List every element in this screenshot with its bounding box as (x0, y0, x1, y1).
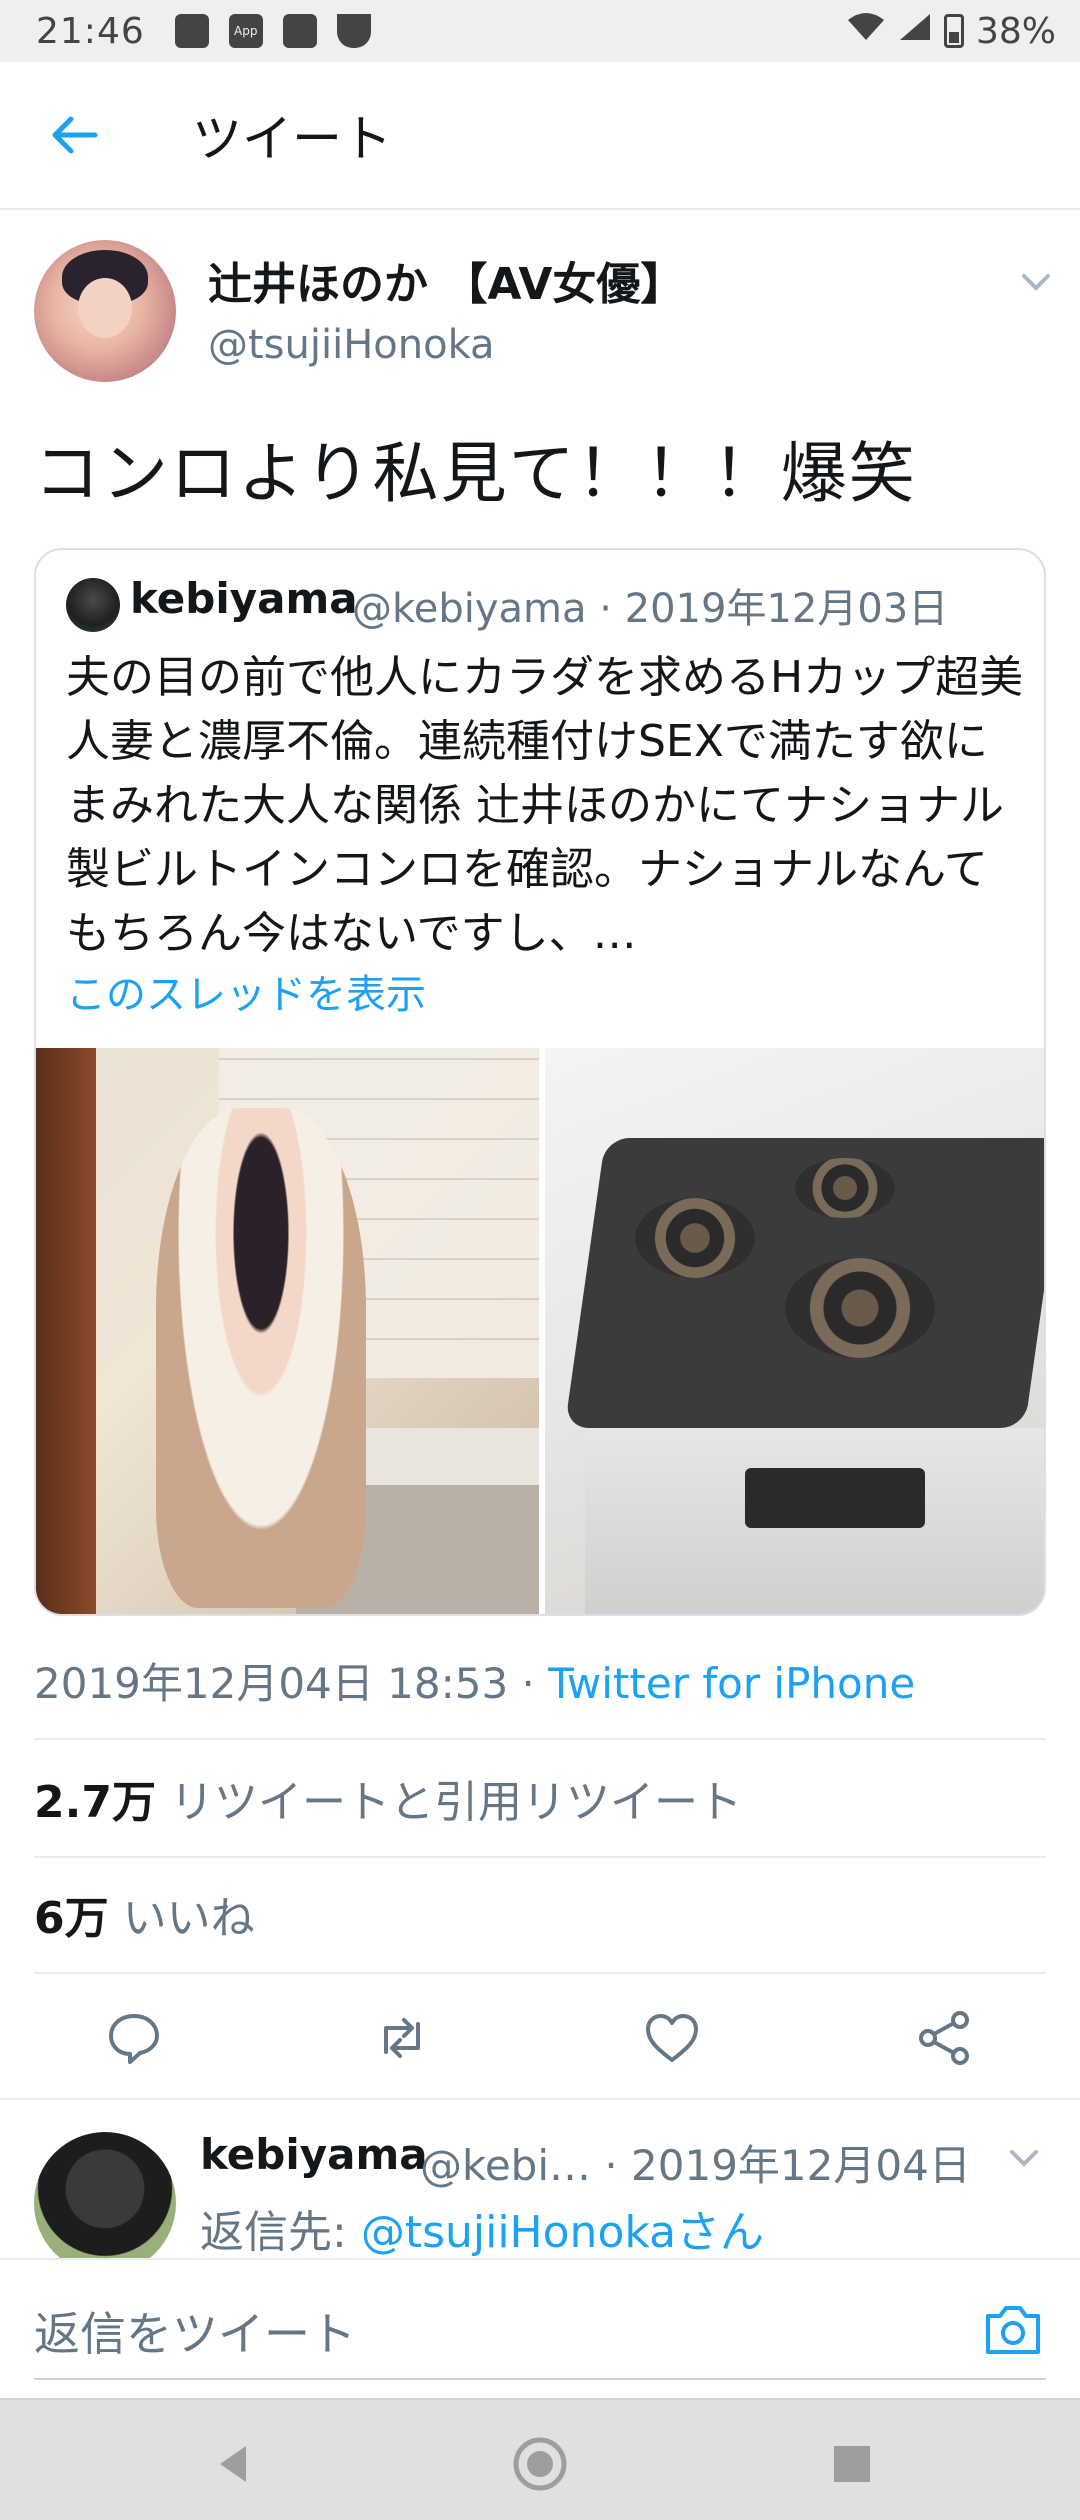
back-button[interactable] (34, 95, 114, 175)
status-bar: 21:46 App 38% (0, 0, 1080, 62)
tweet-timestamp: 2019年12月04日 18:53 · Twitter for iPhone (34, 1650, 915, 1711)
author-avatar[interactable] (34, 240, 176, 382)
author-name[interactable]: 辻井ほのか 【AV女優】 (208, 248, 684, 312)
quoted-tweet-card[interactable]: kebiyama @kebiyama · 2019年12月03日 夫の目の前で他… (34, 548, 1046, 1616)
divider (0, 2098, 1080, 2100)
notification-icons: App (174, 14, 371, 48)
quoted-meta: @kebiyama · 2019年12月03日 (352, 586, 949, 632)
divider (34, 1856, 1046, 1858)
reply-compose-bar: 返信をツイート (0, 2258, 1080, 2398)
retweets-stat[interactable]: 2.7万 リツイートと引用リツイート (34, 1766, 742, 1830)
retweet-icon[interactable] (372, 2008, 432, 2068)
likes-stat[interactable]: 6万 いいね (34, 1882, 255, 1946)
likes-count: 6万 (34, 1893, 109, 1944)
back-arrow-icon (52, 116, 98, 154)
quoted-media-image-2[interactable] (545, 1048, 1044, 1614)
reply-author-avatar[interactable] (34, 2132, 176, 2274)
like-heart-icon[interactable] (642, 2008, 702, 2068)
chevron-down-icon[interactable] (1004, 2138, 1044, 2178)
nav-back-icon[interactable] (206, 2436, 262, 2492)
signal-icon (898, 12, 932, 50)
tweet-action-bar (0, 2000, 1080, 2078)
retweets-label: リツイートと引用リツイート (169, 1777, 742, 1828)
battery-icon (943, 14, 964, 48)
reply-to-line: 返信先: @tsujiiHonokaさん (200, 2196, 764, 2260)
camera-icon[interactable] (982, 2300, 1044, 2358)
reply-to-mention[interactable]: @tsujiiHonokaさん (361, 2207, 764, 2258)
battery-percent: 38% (975, 10, 1056, 52)
source-link[interactable]: Twitter for iPhone (548, 1659, 915, 1708)
share-icon[interactable] (914, 2008, 974, 2068)
system-icons: 38% (846, 11, 1056, 52)
vibrate-icon (282, 14, 317, 48)
quoted-author-avatar (66, 578, 120, 632)
reply-icon[interactable] (104, 2008, 164, 2068)
divider (34, 1972, 1046, 1974)
quoted-tweet-text: 夫の目の前で他人にカラダを求めるHカップ超美人妻と濃厚不倫。連続種付けSEXで満… (66, 652, 1024, 959)
divider (34, 1738, 1046, 1740)
quoted-media-image-1[interactable] (36, 1048, 539, 1614)
image-icon (174, 14, 209, 48)
likes-label: いいね (122, 1893, 255, 1944)
show-thread-link[interactable]: このスレッドを表示 (66, 962, 426, 1020)
tweet-text: コンロより私見て！！！爆笑 (34, 435, 917, 512)
reply-input[interactable]: 返信をツイート (34, 2298, 356, 2364)
input-underline (34, 2378, 1046, 2380)
nav-home-icon[interactable] (512, 2436, 568, 2492)
wifi-icon (846, 12, 886, 50)
chevron-down-icon[interactable] (1016, 262, 1056, 302)
system-navigation-bar (0, 2398, 1080, 2520)
author-handle[interactable]: @tsujiiHonoka (208, 322, 495, 368)
reply-to-prefix: 返信先: (200, 2207, 361, 2258)
nav-recents-icon[interactable] (824, 2436, 880, 2492)
reply-meta: @kebi… · 2019年12月04日 (420, 2141, 971, 2190)
top-app-bar: ツイート (0, 62, 1080, 210)
page-title: ツイート (192, 110, 392, 168)
retweets-count: 2.7万 (34, 1777, 156, 1828)
timestamp-text: 2019年12月04日 18:53 · (34, 1659, 549, 1708)
reply-author-name[interactable]: kebiyama (200, 2130, 428, 2179)
shield-icon (336, 14, 371, 48)
app-icon: App (228, 14, 263, 48)
quoted-author-name: kebiyama (130, 574, 358, 623)
status-time: 21:46 (36, 10, 145, 52)
